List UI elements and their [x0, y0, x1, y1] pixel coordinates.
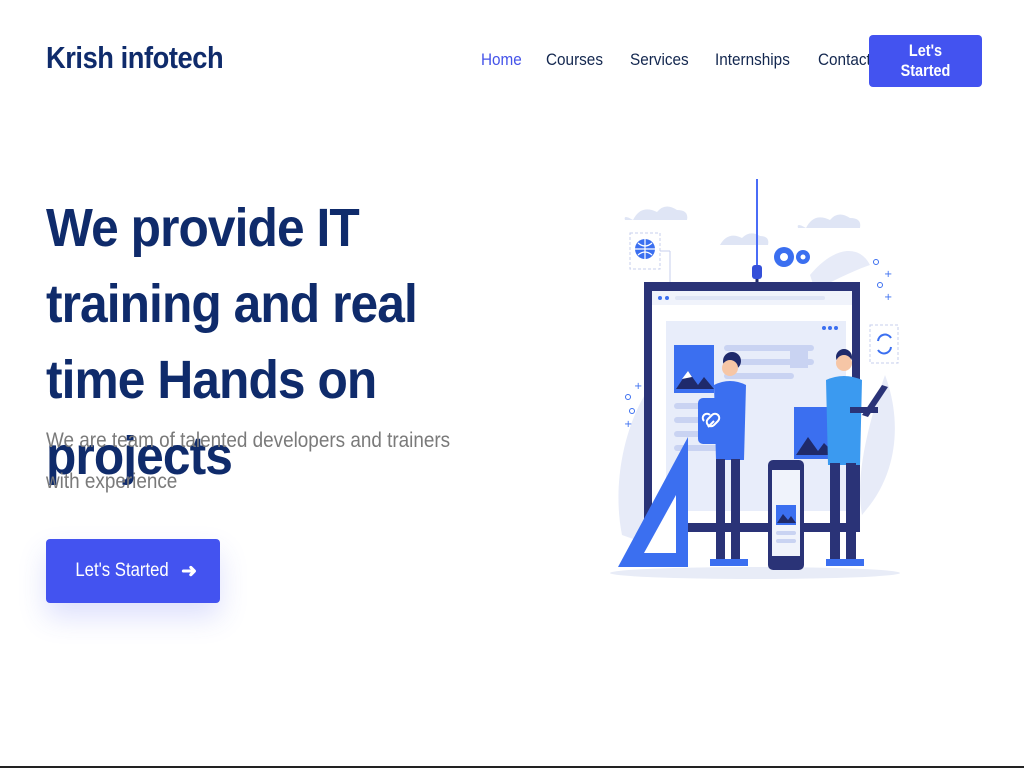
team-working-illustration: + + + + — [610, 179, 900, 579]
header-cta-label: Let's Started — [900, 41, 951, 80]
nav-item-home[interactable]: Home — [481, 50, 522, 70]
site-logo[interactable]: Krish infotech — [46, 40, 224, 76]
svg-text:+: + — [634, 381, 642, 392]
arrow-right-icon: ➜ — [181, 560, 197, 582]
svg-text:+: + — [884, 269, 892, 280]
hero-subtitle: We are team of talented developers and t… — [46, 429, 451, 493]
nav-item-courses[interactable]: Courses — [546, 50, 603, 70]
main-nav: Home Courses Services Internships Contac… — [481, 50, 919, 70]
hero-illustration: + + + + — [600, 175, 910, 580]
header-cta-button[interactable]: Let's Started — [869, 35, 982, 87]
site-header: Krish infotech Home Courses Services Int… — [0, 0, 1024, 122]
nav-item-services[interactable]: Services — [630, 50, 689, 70]
svg-text:+: + — [624, 419, 632, 430]
hero-cta-label: Let's Started — [75, 560, 169, 581]
svg-text:+: + — [884, 292, 892, 303]
hero-cta-button[interactable]: Let's Started ➜ — [46, 539, 220, 603]
nav-item-internships[interactable]: Internships — [715, 50, 790, 70]
